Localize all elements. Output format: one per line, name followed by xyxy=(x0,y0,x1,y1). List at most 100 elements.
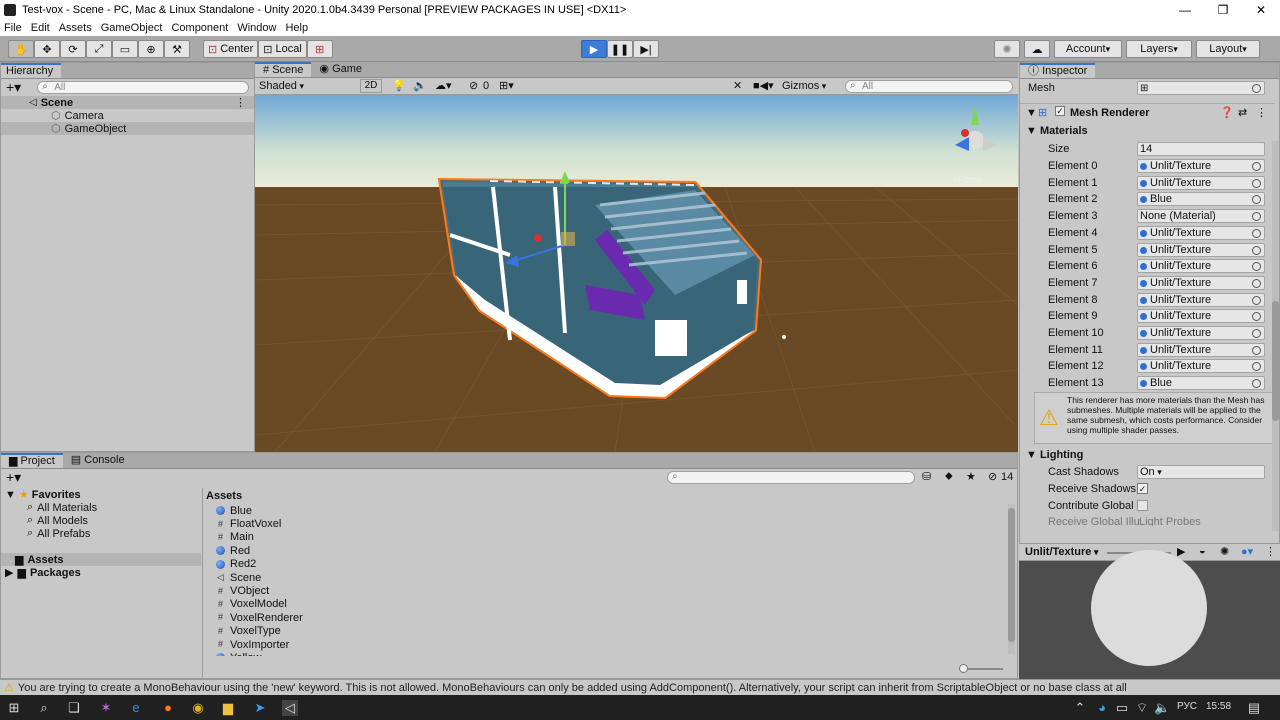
object-picker-icon[interactable] xyxy=(1252,295,1261,305)
hierarchy-search-input[interactable]: All xyxy=(37,81,249,94)
audio-toggle-icon[interactable]: 🔈 xyxy=(413,79,427,92)
lighting-foldout[interactable]: ▼ Lighting xyxy=(1026,449,1083,461)
material-object-field[interactable]: Blue xyxy=(1137,192,1265,207)
asset-item[interactable]: ◁ Scene xyxy=(216,571,1017,584)
account-dropdown[interactable]: Account xyxy=(1054,40,1122,58)
material-object-field[interactable]: Unlit/Texture xyxy=(1137,275,1265,290)
tab-project[interactable]: ▆ Project xyxy=(1,453,63,468)
breadcrumb-assets[interactable]: Assets xyxy=(206,490,242,502)
preview-title[interactable]: Unlit/Texture xyxy=(1025,546,1098,558)
menu-gameobject[interactable]: GameObject xyxy=(101,22,163,34)
enabled-checkbox[interactable]: ✓ xyxy=(1055,106,1065,116)
materials-foldout[interactable]: ▼ Materials xyxy=(1026,125,1088,137)
folder-assets[interactable]: ▆ Assets xyxy=(1,553,201,566)
component-menu-icon[interactable]: ⋮ xyxy=(1256,106,1267,119)
folder-packages[interactable]: ▶ ▆ Packages xyxy=(1,566,201,580)
preset-icon[interactable]: ⇄ xyxy=(1238,106,1247,119)
object-picker-icon[interactable] xyxy=(1252,312,1261,322)
size-input[interactable]: 14 xyxy=(1137,142,1265,156)
menu-component[interactable]: Component xyxy=(171,22,228,34)
create-asset-icon[interactable]: +▾ xyxy=(6,469,21,486)
scene-search-input[interactable]: All xyxy=(845,80,1013,93)
sphere-icon[interactable]: ◒ xyxy=(1199,545,1206,557)
foldout-arrow-icon[interactable]: ▼ xyxy=(1026,107,1037,119)
material-object-field[interactable]: Unlit/Texture xyxy=(1137,292,1265,307)
hidden-packages-icon[interactable]: ⊘ xyxy=(988,470,997,483)
object-picker-icon[interactable] xyxy=(1252,379,1261,389)
rotate-tool-button[interactable]: ⟳ xyxy=(60,40,86,58)
object-picker-icon[interactable] xyxy=(1252,278,1261,288)
filter-type-icon[interactable]: ⛁ xyxy=(922,470,931,483)
volume-icon[interactable]: 🔈 xyxy=(1154,700,1170,716)
material-object-field[interactable]: Unlit/Texture xyxy=(1137,359,1265,374)
asset-item[interactable]: # Main xyxy=(216,531,1017,544)
maximize-button[interactable]: ❐ xyxy=(1204,0,1242,20)
mode-2d-toggle[interactable]: 2D xyxy=(360,79,382,93)
asset-scrollbar-thumb[interactable] xyxy=(1008,508,1015,642)
favorite-all-materials[interactable]: ⌕ All Materials xyxy=(1,501,201,514)
windows-start-icon[interactable]: ⊞ xyxy=(6,700,22,716)
preview-menu-icon[interactable]: ⋮ xyxy=(1265,545,1276,558)
material-object-field[interactable]: None (Material) xyxy=(1137,209,1265,224)
material-object-field[interactable]: Unlit/Texture xyxy=(1137,309,1265,324)
hand-tool-button[interactable]: ✋ xyxy=(8,40,34,58)
tab-inspector[interactable]: ⓘ Inspector xyxy=(1020,63,1096,78)
hierarchy-item-camera[interactable]: ⬡ Camera xyxy=(1,109,254,123)
menu-file[interactable]: File xyxy=(4,22,22,34)
favorite-all-models[interactable]: ⌕ All Models xyxy=(1,514,201,527)
preview-mode-icon[interactable]: ●▾ xyxy=(1241,545,1253,558)
tray-chevron-icon[interactable]: ⌃ xyxy=(1072,700,1088,716)
clock[interactable]: 15:58 xyxy=(1206,701,1231,712)
status-bar[interactable]: ⚠ You are trying to create a MonoBehavio… xyxy=(0,679,1280,695)
menu-edit[interactable]: Edit xyxy=(31,22,50,34)
object-picker-icon[interactable] xyxy=(1252,195,1261,205)
add-icon[interactable]: +▾ xyxy=(6,79,21,96)
scene-menu-icon[interactable]: ⋮ xyxy=(235,96,246,109)
hidden-objects-icon[interactable]: ⊘ xyxy=(469,79,478,92)
asset-item[interactable]: Blue xyxy=(216,504,1017,517)
edge-icon[interactable]: e xyxy=(128,700,144,716)
file-explorer-icon[interactable]: ▆ xyxy=(220,700,236,716)
material-object-field[interactable]: Unlit/Texture xyxy=(1137,326,1265,340)
material-object-field[interactable]: Unlit/Texture xyxy=(1137,242,1265,257)
icon-size-slider-thumb[interactable] xyxy=(959,664,968,673)
notifications-icon[interactable]: ▤ xyxy=(1246,700,1262,716)
contribute-gi-checkbox[interactable] xyxy=(1137,500,1148,511)
scale-tool-button[interactable]: ⤢ xyxy=(86,40,112,58)
tab-hierarchy[interactable]: Hierarchy xyxy=(1,63,62,78)
tab-scene[interactable]: # Scene xyxy=(255,62,312,77)
filter-label-icon[interactable]: ⬥ xyxy=(945,470,953,483)
rect-tool-button[interactable]: ▭ xyxy=(112,40,138,58)
tab-game[interactable]: ◉ Game xyxy=(311,62,370,77)
firefox-icon[interactable]: ● xyxy=(160,700,176,716)
asset-item[interactable]: # VoxelModel xyxy=(216,598,1017,611)
favorite-star-icon[interactable]: ★ xyxy=(966,470,976,483)
shading-mode-dropdown[interactable]: Shaded xyxy=(259,80,355,92)
asset-item[interactable]: # VoxelType xyxy=(216,625,1017,638)
chrome-icon[interactable]: ◉ xyxy=(190,700,206,716)
object-picker-icon[interactable] xyxy=(1252,245,1261,255)
cloud-button[interactable]: ☁ xyxy=(1024,40,1050,58)
app-icon[interactable]: ✶ xyxy=(98,700,114,716)
asset-item[interactable]: Yellow xyxy=(216,651,1017,656)
grid-toggle-icon[interactable]: ⊞▾ xyxy=(499,79,514,92)
language-indicator[interactable]: РУС xyxy=(1177,701,1197,712)
menu-window[interactable]: Window xyxy=(237,22,276,34)
inspector-scrollbar[interactable] xyxy=(1272,141,1279,531)
pause-button[interactable]: ❚❚ xyxy=(607,40,633,58)
effects-toggle-icon[interactable]: ☁▾ xyxy=(435,79,452,92)
object-picker-icon[interactable] xyxy=(1252,345,1261,355)
material-object-field[interactable]: Unlit/Texture xyxy=(1137,225,1265,240)
menu-help[interactable]: Help xyxy=(285,22,308,34)
battery-icon[interactable]: ▭ xyxy=(1114,700,1130,716)
asset-item[interactable]: # VoxImporter xyxy=(216,638,1017,651)
step-button[interactable]: ▶| xyxy=(633,40,659,58)
asset-item[interactable]: Red2 xyxy=(216,558,1017,571)
custom-tool-button[interactable]: ⚒ xyxy=(164,40,190,58)
receive-gi-value[interactable]: Light Probes xyxy=(1139,516,1201,526)
material-object-field[interactable]: Blue xyxy=(1137,376,1265,391)
unity-taskbar-icon[interactable]: ◁ xyxy=(282,700,298,716)
tools-icon[interactable]: ✕ xyxy=(733,79,742,92)
inspector-scrollbar-thumb[interactable] xyxy=(1272,301,1279,421)
asset-scrollbar[interactable] xyxy=(1008,504,1015,654)
